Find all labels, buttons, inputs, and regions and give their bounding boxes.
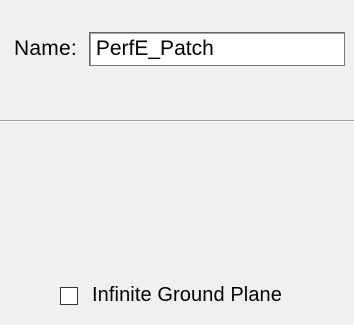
name-row: Name: <box>14 30 345 68</box>
dialog-panel: Name: Infinite Ground Plane <box>0 0 354 325</box>
name-input[interactable] <box>88 32 345 66</box>
infinite-ground-plane-label[interactable]: Infinite Ground Plane <box>92 284 282 307</box>
infinite-ground-plane-option[interactable]: Infinite Ground Plane <box>60 284 282 307</box>
name-label: Name: <box>14 37 77 60</box>
separator <box>0 120 354 122</box>
infinite-ground-plane-checkbox[interactable] <box>60 286 78 305</box>
